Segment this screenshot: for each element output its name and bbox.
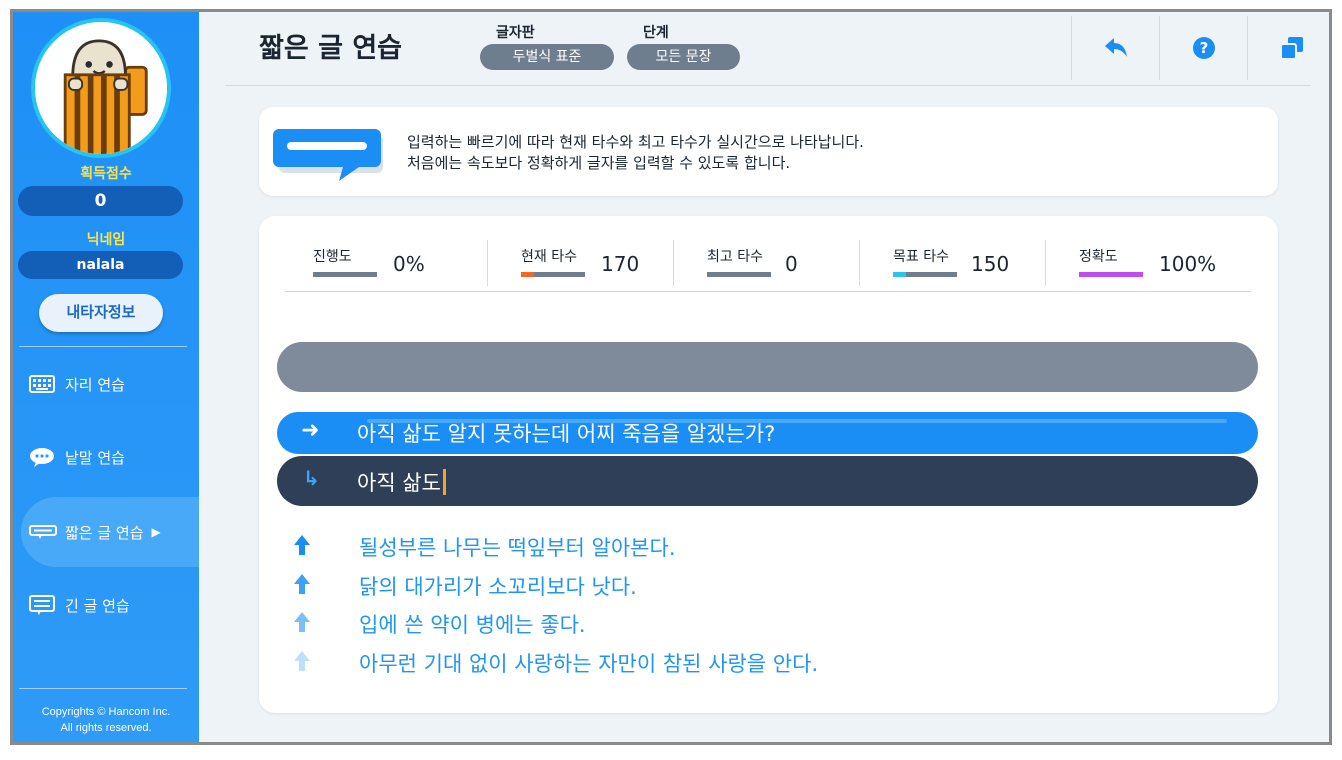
nickname-value: nalala (18, 251, 183, 279)
stat-label: 진행도 (313, 249, 352, 265)
my-typing-info-button[interactable]: 내타자정보 (39, 294, 163, 332)
stat-bar (893, 272, 957, 277)
stat-value: 0 (785, 252, 798, 276)
return-arrow-icon: ↳ (303, 466, 320, 490)
avatar[interactable] (31, 18, 171, 158)
sidebar: 획득점수 0 닉네임 nalala 내타자정보 자리 연습 낱말 연습 짧은 글… (13, 12, 199, 742)
stat-bar (707, 272, 771, 277)
long-text-icon (29, 594, 59, 616)
keyboard-layout-label: 글자판 (496, 25, 535, 41)
back-button[interactable] (1071, 16, 1159, 80)
score-value: 0 (18, 186, 183, 216)
stat-value: 0% (393, 252, 425, 276)
upcoming-sentence: 닭의 대가리가 소꼬리보다 낫다. (359, 574, 637, 599)
arrow-up-icon (294, 650, 310, 671)
list-item: 입에 쓴 약이 병에는 좋다. (289, 609, 1189, 648)
stat-separator (859, 240, 860, 286)
copyright-line: All rights reserved. (60, 722, 152, 734)
speech-bubble-icon (29, 446, 59, 468)
header-divider (225, 85, 1311, 86)
sidebar-item-label: 긴 글 연습 (65, 596, 130, 615)
stat-bar-fill (521, 272, 534, 277)
stat-bar-fill (893, 272, 906, 277)
level-group: 단계 모든 문장 (627, 22, 740, 70)
arrow-up-icon (294, 573, 310, 594)
upcoming-sentence: 될성부른 나무는 떡잎부터 알아본다. (359, 536, 676, 560)
sidebar-divider (19, 346, 187, 347)
nickname-label: 닉네임 (86, 232, 126, 248)
stats-row: 진행도 0% 현재 타수 170 최고 타수 0 목표 타수 150 정확도 1… (285, 228, 1251, 292)
stat-bar (521, 272, 585, 277)
caret-right-icon: ▶ (151, 525, 161, 539)
upcoming-sentence: 아무런 기대 없이 사랑하는 자만이 참된 사랑을 안다. (359, 651, 819, 676)
back-icon (1104, 38, 1127, 57)
avatar-character-icon (35, 22, 167, 154)
stat-bar (1079, 272, 1143, 277)
keyboard-layout-group: 글자판 두벌식 표준 (480, 22, 614, 70)
sidebar-item-word-practice[interactable]: 낱말 연습 (13, 422, 199, 492)
arrow-up-icon (294, 612, 310, 632)
practice-panel: 진행도 0% 현재 타수 170 최고 타수 0 목표 타수 150 정확도 1… (259, 216, 1278, 713)
window-icon (1279, 37, 1303, 60)
upcoming-sentence: 입에 쓴 약이 병에는 좋다. (359, 613, 586, 637)
short-text-icon (29, 521, 59, 543)
keyboard-icon (29, 373, 59, 395)
typed-text: 아직 삶도 (357, 471, 441, 495)
text-caret (442, 469, 446, 495)
stat-label: 정확도 (1079, 249, 1118, 265)
sidebar-item-short-text-practice[interactable]: 짧은 글 연습 ▶ (21, 497, 199, 567)
level-select[interactable]: 모든 문장 (627, 44, 740, 70)
copyright-line: Copyrights © Hancom Inc. (41, 706, 171, 718)
stat-value: 100% (1159, 252, 1217, 276)
stat-separator (673, 240, 674, 286)
arrow-right-icon: ➜ (301, 418, 320, 443)
typing-input-text: 아직 삶도 (357, 467, 446, 497)
help-icon: ? (1192, 37, 1215, 59)
info-speech-icon (273, 127, 385, 187)
window-mode-button[interactable] (1247, 16, 1329, 80)
info-line: 처음에는 속도보다 정확하게 글자를 입력할 수 있도록 합니다. (407, 154, 791, 172)
svg-text:?: ? (1199, 39, 1208, 57)
score-label: 획득점수 (80, 166, 132, 182)
sidebar-item-label: 자리 연습 (65, 375, 125, 394)
arrow-up-icon (294, 535, 310, 555)
list-item: 아무런 기대 없이 사랑하는 자만이 참된 사랑을 안다. (289, 648, 1189, 687)
stat-label: 최고 타수 (707, 249, 763, 265)
app-window: 획득점수 0 닉네임 nalala 내타자정보 자리 연습 낱말 연습 짧은 글… (10, 9, 1332, 745)
stat-separator (1045, 240, 1046, 286)
help-button[interactable]: ? (1159, 16, 1247, 80)
previous-sentence-bar (277, 342, 1258, 392)
sidebar-item-long-text-practice[interactable]: 긴 글 연습 (13, 570, 199, 640)
page-title: 짧은 글 연습 (259, 33, 402, 64)
list-item: 될성부른 나무는 떡잎부터 알아본다. (289, 532, 1189, 571)
stat-label: 목표 타수 (893, 249, 949, 265)
sidebar-item-label: 낱말 연습 (65, 448, 125, 467)
stat-label: 현재 타수 (521, 249, 577, 265)
stat-value: 150 (971, 252, 1010, 276)
info-banner-text: 입력하는 빠르기에 따라 현재 타수와 최고 타수가 실시간으로 나타납니다. … (407, 132, 864, 174)
stat-bar (313, 272, 377, 277)
target-sentence: 아직 삶도 알지 못하는데 어찌 죽음을 알겠는가? (357, 422, 776, 446)
stat-bar-fill (1079, 272, 1143, 277)
info-banner: 입력하는 빠르기에 따라 현재 타수와 최고 타수가 실시간으로 나타납니다. … (259, 107, 1278, 196)
level-label: 단계 (643, 25, 669, 41)
stat-value: 170 (601, 252, 640, 276)
keyboard-layout-select[interactable]: 두벌식 표준 (480, 44, 614, 70)
sidebar-item-key-practice[interactable]: 자리 연습 (13, 349, 199, 419)
stat-separator (487, 240, 488, 286)
copyright: Copyrights © Hancom Inc. All rights rese… (13, 686, 199, 742)
upcoming-sentences: 될성부른 나무는 떡잎부터 알아본다. 닭의 대가리가 소꼬리보다 낫다. 입에… (289, 532, 1189, 686)
list-item: 닭의 대가리가 소꼬리보다 낫다. (289, 571, 1189, 610)
typing-input[interactable]: ↳ 아직 삶도 (277, 456, 1258, 506)
sidebar-item-label: 짧은 글 연습 (65, 523, 144, 542)
info-line: 입력하는 빠르기에 따라 현재 타수와 최고 타수가 실시간으로 나타납니다. (407, 133, 864, 151)
target-sentence-bar: ➜ 아직 삶도 알지 못하는데 어찌 죽음을 알겠는가? (277, 412, 1258, 454)
